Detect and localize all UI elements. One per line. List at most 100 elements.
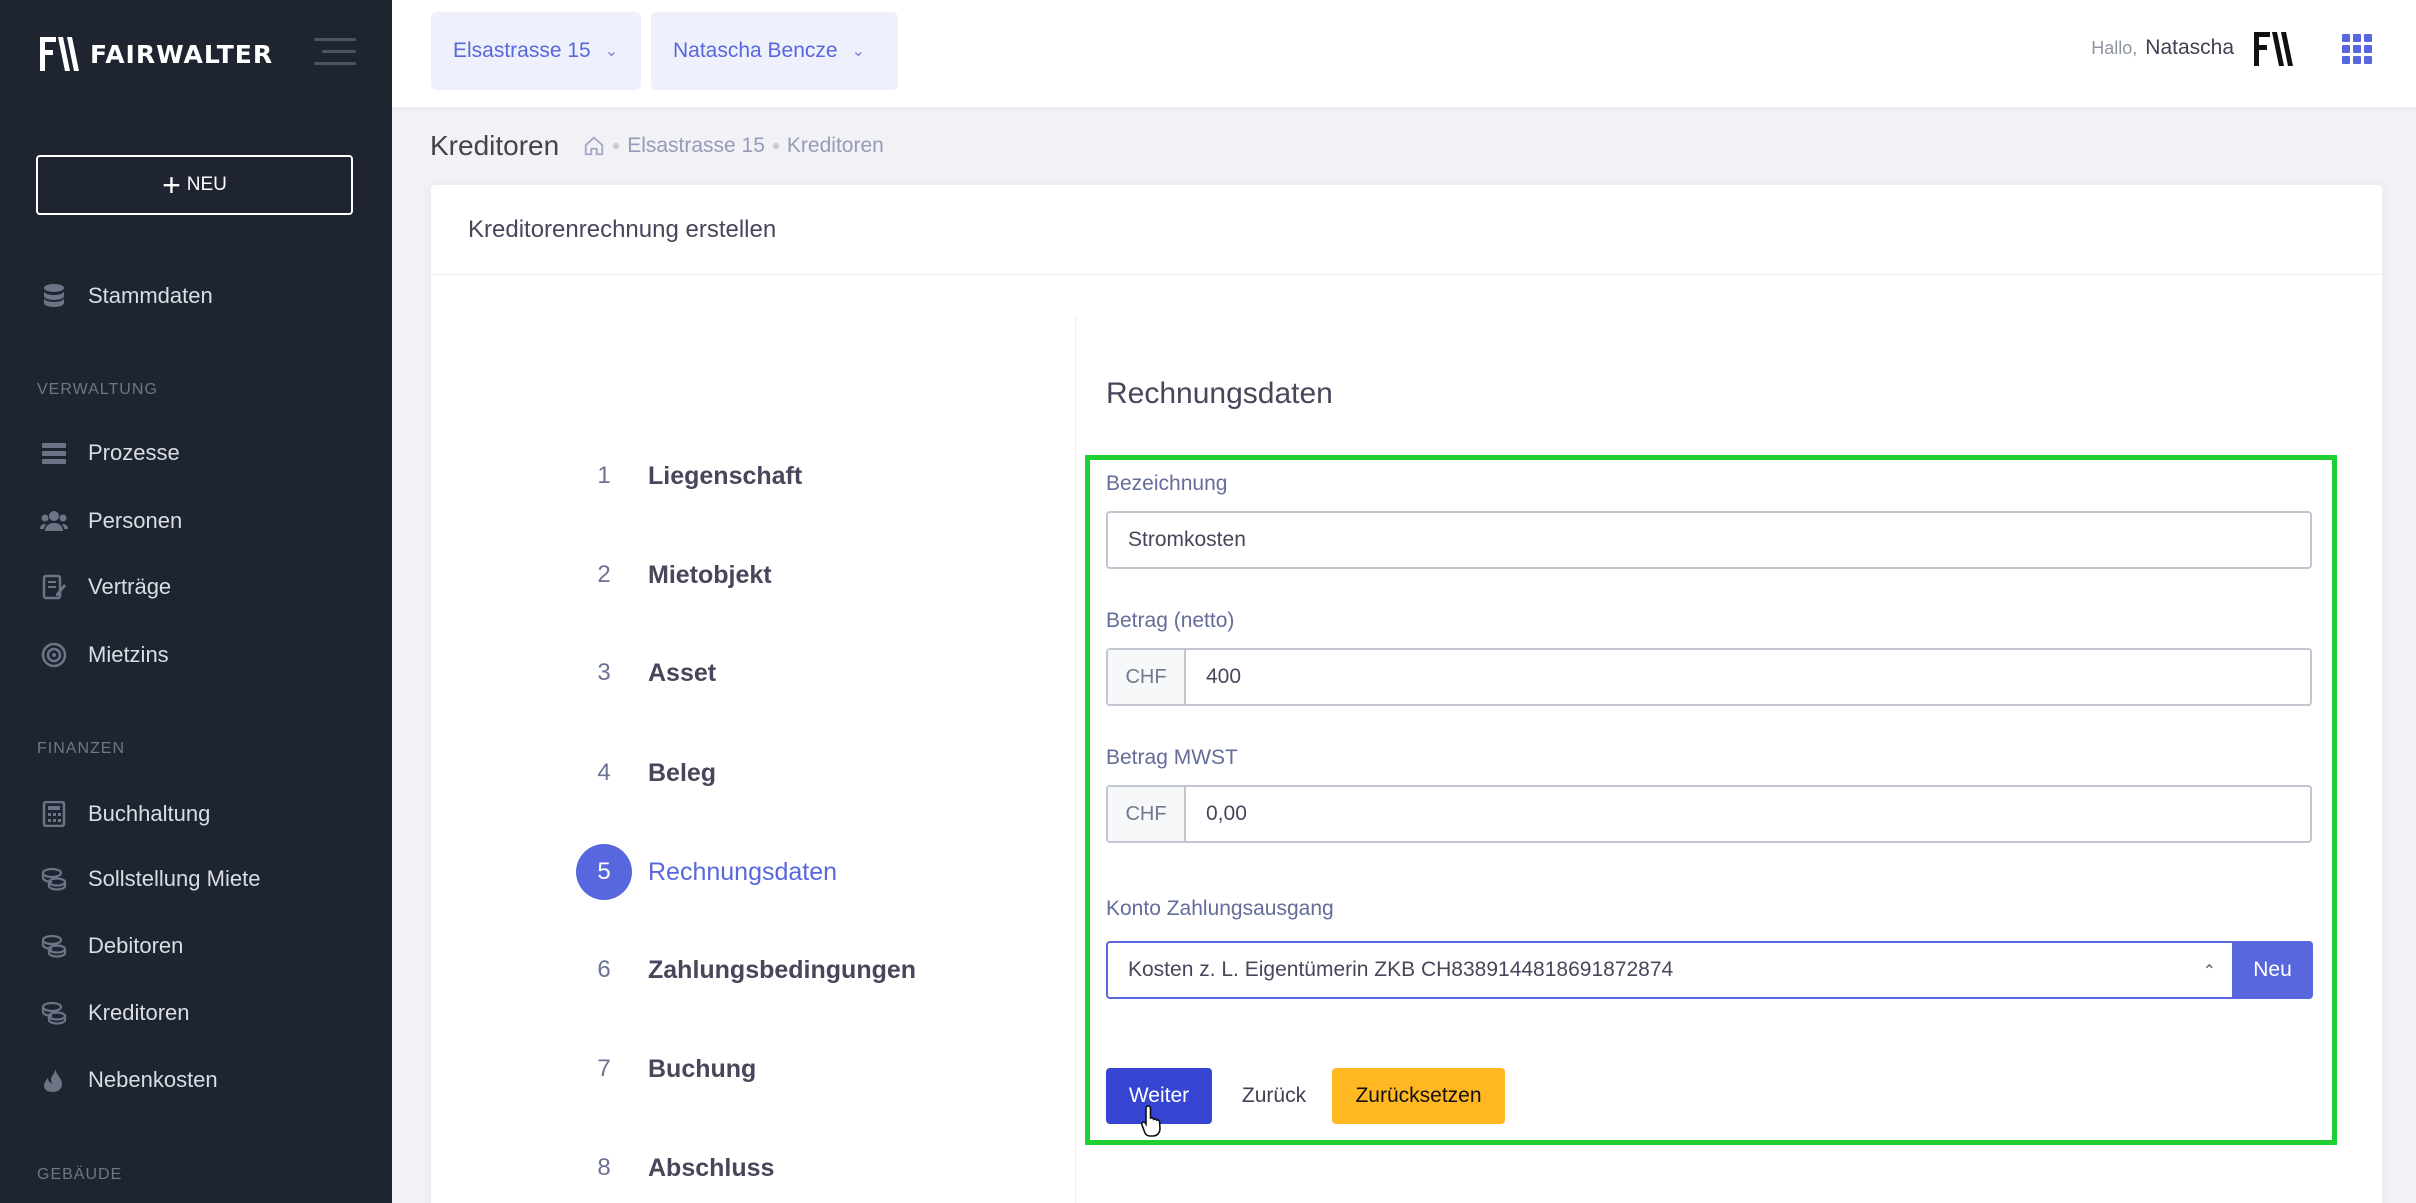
plus-icon: + <box>162 167 181 203</box>
step-number: 1 <box>597 462 611 489</box>
subheader: Kreditoren Elsastrasse 15 Kreditoren <box>430 128 884 164</box>
step-label: Rechnungsdaten <box>648 857 838 886</box>
chevron-down-icon: ⌄ <box>851 43 866 60</box>
fairwalter-logo-icon <box>40 37 79 71</box>
step-number: 2 <box>597 561 611 588</box>
step-label: Abschluss <box>648 1153 775 1182</box>
sidebar-item-label: Kreditoren <box>88 1000 190 1025</box>
coins-icon <box>40 999 68 1027</box>
konto-value: Kosten z. L. Eigentümerin ZKB CH83891448… <box>1128 958 1674 981</box>
fire-icon <box>40 1066 68 1094</box>
people-icon <box>40 507 68 535</box>
wizard-step-3[interactable]: 3 Asset <box>576 645 716 701</box>
sidebar-item-debitoren[interactable]: Debitoren <box>40 928 183 964</box>
zuruecksetzen-button[interactable]: Zurücksetzen <box>1332 1068 1505 1124</box>
wizard-step-7[interactable]: 7 Buchung <box>576 1041 756 1097</box>
sidebar-item-prozesse[interactable]: Prozesse <box>40 435 180 471</box>
step-label: Mietobjekt <box>648 560 772 589</box>
user-greeting: Hallo, Natascha <box>2091 36 2234 60</box>
user-avatar-icon[interactable] <box>2252 28 2300 72</box>
breadcrumb: Elsastrasse 15 Kreditoren <box>583 134 884 158</box>
wizard-card: Kreditorenrechnung erstellen 1 Liegensch… <box>431 185 2382 1203</box>
sidebar-item-kreditoren[interactable]: Kreditoren <box>40 995 190 1031</box>
new-button[interactable]: + NEU <box>36 155 353 215</box>
database-icon <box>40 282 68 310</box>
sidebar-item-buchhaltung[interactable]: Buchhaltung <box>40 796 210 832</box>
sidebar-item-stammdaten[interactable]: Stammdaten <box>40 278 213 314</box>
wizard-step-5[interactable]: 5 Rechnungsdaten <box>576 844 837 900</box>
currency-prefix: CHF <box>1108 787 1186 841</box>
sidebar-item-label: Personen <box>88 508 183 533</box>
betrag-mwst-value: 0,00 <box>1206 802 1247 825</box>
zurueck-button[interactable]: Zurück <box>1229 1068 1319 1124</box>
home-icon[interactable] <box>583 135 605 157</box>
step-label: Buchung <box>648 1054 757 1083</box>
step-label: Liegenschaft <box>648 461 803 490</box>
user-name: Natascha <box>2145 36 2234 59</box>
betrag-netto-label: Betrag (netto) <box>1106 609 1235 632</box>
wizard-divider <box>1075 315 1076 1203</box>
sidebar-item-vertraege[interactable]: Verträge <box>40 569 171 605</box>
section-title: Rechnungsdaten <box>1106 377 1333 410</box>
brand-logo[interactable]: FAIRWALTER <box>40 34 273 74</box>
sidebar-toggle-menu-icon[interactable] <box>314 38 356 68</box>
hand-cursor-icon <box>1140 1105 1161 1137</box>
step-label: Beleg <box>648 758 717 787</box>
coins-icon <box>40 865 68 893</box>
sidebar-item-label: Buchhaltung <box>88 801 211 826</box>
breadcrumb-item[interactable]: Kreditoren <box>787 134 884 158</box>
person-select[interactable]: Natascha Bencze ⌄ <box>651 12 898 90</box>
konto-label: Konto Zahlungsausgang <box>1106 897 1334 920</box>
card-title: Kreditorenrechnung erstellen <box>431 185 2382 275</box>
coins-icon <box>40 932 68 960</box>
bezeichnung-value: Stromkosten <box>1128 528 1246 551</box>
konto-new-button[interactable]: Neu <box>2232 941 2313 999</box>
sidebar-item-label: Sollstellung Miete <box>88 866 261 891</box>
target-icon <box>40 641 68 669</box>
step-number: 7 <box>597 1055 611 1082</box>
page-title: Kreditoren <box>430 130 560 161</box>
chevron-down-icon: ⌄ <box>604 43 619 60</box>
bezeichnung-input[interactable]: Stromkosten <box>1106 511 2312 569</box>
breadcrumb-item[interactable]: Elsastrasse 15 <box>627 134 765 158</box>
step-number: 3 <box>597 659 611 686</box>
step-label: Asset <box>648 658 717 687</box>
property-select[interactable]: Elsastrasse 15 ⌄ <box>431 12 641 90</box>
sidebar-item-label: Verträge <box>88 574 172 599</box>
step-number: 4 <box>597 759 611 786</box>
chevron-up-icon: ⌃ <box>2202 963 2216 980</box>
wizard-step-4[interactable]: 4 Beleg <box>576 745 716 801</box>
new-button-label: NEU <box>186 174 227 195</box>
wizard-step-6[interactable]: 6 Zahlungsbedingungen <box>576 942 916 998</box>
step-number: 8 <box>597 1154 611 1181</box>
sidebar-item-mietzins[interactable]: Mietzins <box>40 637 169 673</box>
wizard-step-2[interactable]: 2 Mietobjekt <box>576 547 772 603</box>
betrag-mwst-input[interactable]: CHF 0,00 <box>1106 785 2312 843</box>
sidebar-item-label: Debitoren <box>88 933 184 958</box>
wizard-step-8[interactable]: 8 Abschluss <box>576 1140 774 1196</box>
wizard-step-1[interactable]: 1 Liegenschaft <box>576 448 802 504</box>
server-icon <box>40 439 68 467</box>
betrag-netto-input[interactable]: CHF 400 <box>1106 648 2312 706</box>
sidebar-item-label: Mietzins <box>88 642 169 667</box>
person-select-value: Natascha Bencze <box>673 39 838 62</box>
currency-prefix: CHF <box>1108 650 1186 704</box>
sidebar-item-nebenkosten[interactable]: Nebenkosten <box>40 1062 218 1098</box>
calculator-icon <box>40 800 68 828</box>
property-select-value: Elsastrasse 15 <box>453 39 591 62</box>
sidebar-item-sollstellung-miete[interactable]: Sollstellung Miete <box>40 861 260 897</box>
sidebar-item-label: Prozesse <box>88 440 180 465</box>
section-finanzen: FINANZEN <box>37 740 125 757</box>
konto-select[interactable]: Kosten z. L. Eigentümerin ZKB CH83891448… <box>1106 941 2234 999</box>
contract-icon <box>40 573 68 601</box>
sidebar-item-label: Stammdaten <box>88 283 213 308</box>
sidebar: FAIRWALTER + NEU Stammdaten VERWALTUNG P… <box>0 0 392 1203</box>
greeting-text: Hallo, <box>2091 38 2138 58</box>
apps-grid-icon[interactable] <box>2342 34 2372 64</box>
step-label: Zahlungsbedingungen <box>648 955 917 984</box>
step-number: 5 <box>576 844 632 900</box>
step-number: 6 <box>597 956 611 983</box>
brand-name: FAIRWALTER <box>90 39 274 69</box>
betrag-netto-value: 400 <box>1206 665 1242 688</box>
sidebar-item-personen[interactable]: Personen <box>40 503 182 539</box>
